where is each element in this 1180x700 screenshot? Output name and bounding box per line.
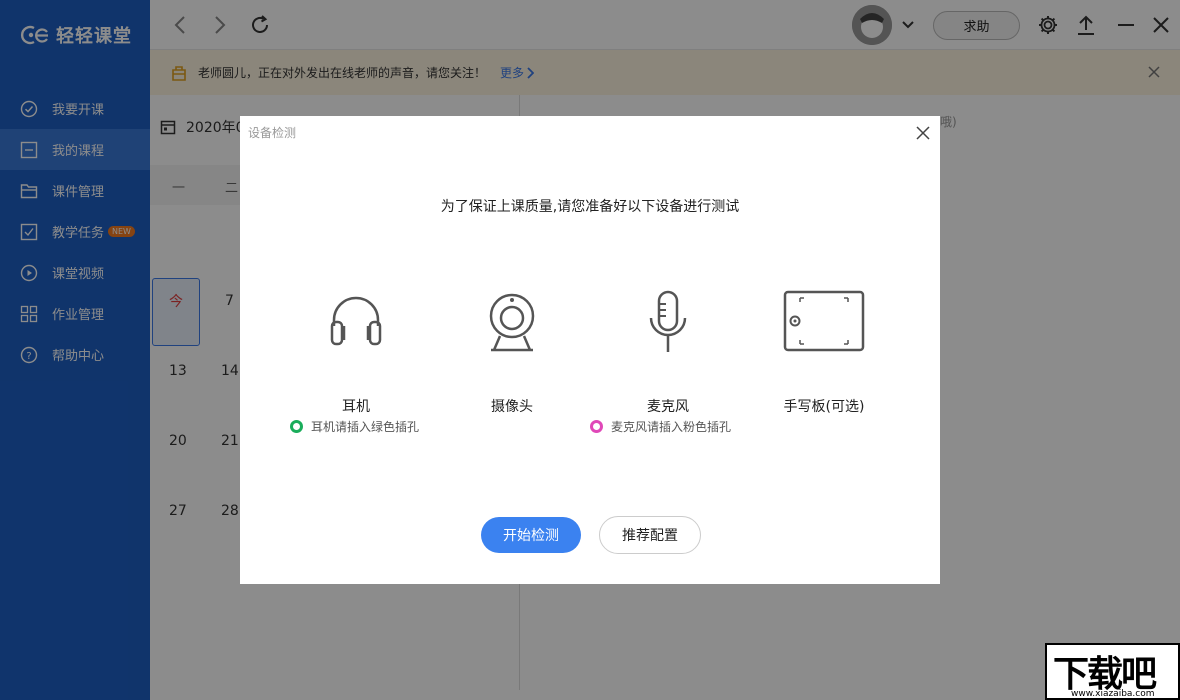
device-label: 耳机 bbox=[342, 399, 370, 415]
device-microphone: 麦克风 bbox=[608, 290, 728, 415]
microphone-hint: 麦克风请插入粉色插孔 bbox=[590, 418, 731, 435]
headphones-icon bbox=[330, 296, 382, 346]
headphones-hint: 耳机请插入绿色插孔 bbox=[290, 418, 419, 435]
device-tablet: 手写板(可选) bbox=[764, 290, 884, 415]
pink-ring-icon bbox=[590, 420, 603, 433]
device-webcam: 摄像头 bbox=[452, 290, 572, 415]
webcam-icon bbox=[489, 293, 535, 352]
green-ring-icon bbox=[290, 420, 303, 433]
recommended-config-button[interactable]: 推荐配置 bbox=[599, 516, 701, 554]
device-label: 麦克风 bbox=[647, 399, 689, 415]
dialog-close-button[interactable] bbox=[914, 124, 932, 142]
device-label: 手写板(可选) bbox=[783, 399, 865, 415]
dialog-heading: 为了保证上课质量,请您准备好以下设备进行测试 bbox=[440, 199, 740, 215]
hint-text: 麦克风请插入粉色插孔 bbox=[611, 420, 732, 434]
watermark-url: www.xiazaiba.com bbox=[1071, 689, 1155, 699]
device-check-dialog: 设备检测 为了保证上课质量,请您准备好以下设备进行测试 耳机 摄像头 麦克风 手… bbox=[240, 116, 940, 584]
dialog-title: 设备检测 bbox=[248, 126, 297, 140]
microphone-icon bbox=[649, 290, 687, 352]
tablet-icon bbox=[783, 290, 865, 352]
device-headphones: 耳机 bbox=[296, 290, 416, 415]
start-check-button[interactable]: 开始检测 bbox=[481, 517, 581, 553]
watermark: 下载吧 www.xiazaiba.com bbox=[1045, 643, 1180, 700]
hint-text: 耳机请插入绿色插孔 bbox=[311, 420, 420, 434]
device-label: 摄像头 bbox=[491, 399, 533, 415]
